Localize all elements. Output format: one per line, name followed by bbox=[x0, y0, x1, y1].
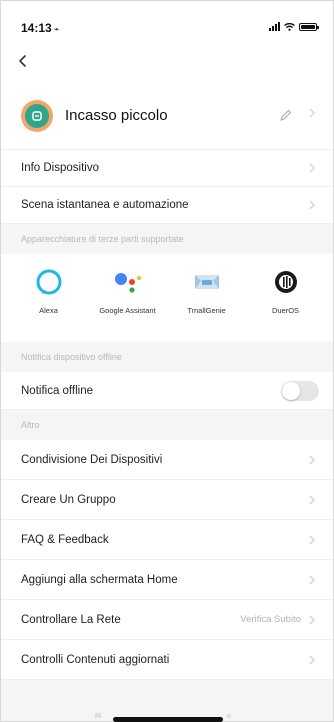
chevron-right-icon bbox=[309, 615, 315, 624]
home-indicator[interactable] bbox=[113, 717, 223, 722]
row-creare-gruppo[interactable]: Creare Un Gruppo bbox=[1, 480, 333, 520]
assistant-name: DuerOS bbox=[271, 306, 300, 315]
assistant-google[interactable]: Google Assistant bbox=[93, 268, 163, 315]
location-arrow-icon: ⌁ bbox=[53, 24, 60, 34]
tmallgenie-icon bbox=[193, 268, 221, 296]
app-screen: 14:13⌁ Incasso piccolo Info Dispositivo bbox=[0, 0, 334, 722]
dueros-icon bbox=[272, 268, 300, 296]
assistant-name: Alexa bbox=[39, 306, 58, 315]
row-info-dispositivo[interactable]: Info Dispositivo bbox=[1, 150, 333, 187]
chevron-right-icon bbox=[309, 200, 315, 210]
wifi-icon bbox=[284, 22, 295, 31]
footer-text-left: Ri bbox=[95, 713, 102, 720]
chevron-right-icon bbox=[309, 575, 315, 584]
chevron-right-icon bbox=[309, 655, 315, 664]
time-label: 14:13 bbox=[21, 21, 52, 35]
row-controllare-rete[interactable]: Controllare La Rete Verifica Subito bbox=[1, 600, 333, 640]
alexa-icon bbox=[35, 268, 63, 296]
nav-bar bbox=[1, 41, 333, 83]
section-other: Altro bbox=[21, 420, 40, 430]
signal-icon bbox=[269, 22, 280, 31]
row-label: Notifica offline bbox=[21, 384, 94, 397]
verifica-subito-value: Verifica Subito bbox=[240, 614, 301, 625]
assistant-name: TmallGenie bbox=[187, 306, 226, 315]
row-label: FAQ & Feedback bbox=[21, 533, 109, 546]
row-label: Condivisione Dei Dispositivi bbox=[21, 453, 163, 466]
chevron-right-icon bbox=[309, 535, 315, 544]
row-label: Controllare La Rete bbox=[21, 613, 121, 626]
device-avatar bbox=[21, 100, 53, 132]
device-header[interactable]: Incasso piccolo bbox=[1, 83, 333, 150]
section-offline: Notifica dispositivo offline bbox=[21, 352, 122, 362]
row-controlli-aggiornati[interactable]: Controlli Contenuti aggiornati bbox=[1, 640, 333, 680]
chevron-left-icon[interactable] bbox=[15, 53, 31, 69]
assistant-tmallgenie[interactable]: TmallGenie bbox=[172, 268, 242, 315]
edit-pencil-icon[interactable] bbox=[279, 108, 293, 122]
status-icons bbox=[269, 22, 319, 31]
device-icon bbox=[25, 104, 49, 128]
row-label: Info Dispositivo bbox=[21, 162, 99, 174]
status-time: 14:13 ⌁ bbox=[21, 21, 59, 35]
assistants-grid: Alexa Google Assistant TmallGenie DuerOS bbox=[1, 254, 333, 342]
chevron-right-icon bbox=[309, 163, 315, 173]
section-third-party: Apparecchiature di terze parti supportat… bbox=[21, 234, 184, 244]
assistant-dueros[interactable]: DuerOS bbox=[251, 268, 321, 315]
battery-icon bbox=[299, 22, 319, 31]
row-label: Controlli Contenuti aggiornati bbox=[21, 653, 170, 666]
row-faq-feedback[interactable]: FAQ & Feedback bbox=[1, 520, 333, 560]
offline-notification-toggle[interactable] bbox=[281, 381, 319, 401]
assistant-alexa[interactable]: Alexa bbox=[14, 268, 84, 315]
row-label: Aggiungi alla schermata Home bbox=[21, 573, 178, 586]
toggle-knob bbox=[282, 382, 300, 400]
row-aggiungi-home[interactable]: Aggiungi alla schermata Home bbox=[1, 560, 333, 600]
row-scena-automazione[interactable]: Scena istantanea e automazione bbox=[1, 187, 333, 224]
chevron-right-icon bbox=[309, 495, 315, 504]
chevron-right-icon bbox=[309, 455, 315, 464]
device-name: Incasso piccolo bbox=[65, 107, 168, 124]
row-condivisione[interactable]: Condivisione Dei Dispositivi bbox=[1, 440, 333, 480]
row-label: Scena istantanea e automazione bbox=[21, 199, 189, 211]
chevron-right-icon bbox=[309, 108, 315, 118]
footer-text-right: o bbox=[227, 713, 231, 720]
status-bar: 14:13 ⌁ bbox=[1, 1, 333, 41]
google-assistant-icon bbox=[114, 268, 142, 296]
row-label: Creare Un Gruppo bbox=[21, 493, 116, 506]
assistant-name: Google Assistant bbox=[99, 306, 156, 315]
row-notifica-offline: Notifica offline bbox=[1, 372, 333, 410]
